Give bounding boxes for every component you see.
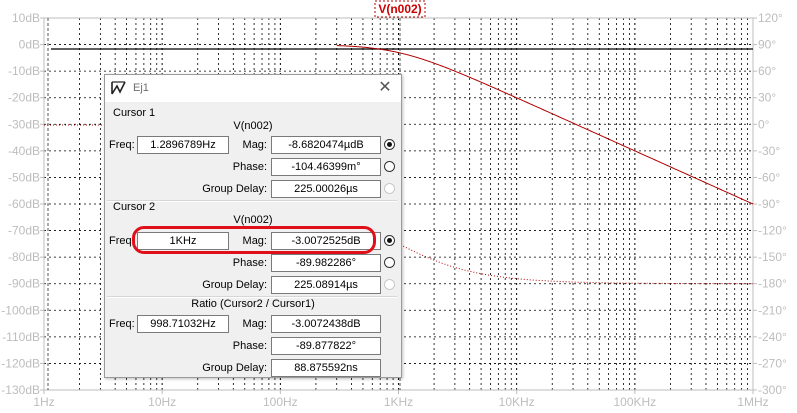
right-axis-label: -90° bbox=[758, 197, 780, 211]
ratio-heading: Ratio (Cursor2 / Cursor1) bbox=[191, 298, 315, 310]
ratio-freq-label: Freq: bbox=[109, 318, 135, 330]
cursor1-freq-field[interactable]: 1.2896789Hz bbox=[137, 136, 229, 154]
left-axis-label: 10dB bbox=[12, 11, 40, 25]
trace-title[interactable]: V(n002) bbox=[378, 2, 421, 16]
left-axis-label: -120dB bbox=[1, 356, 40, 370]
left-axis-label: -30dB bbox=[8, 117, 40, 131]
cursor1-mag-radio[interactable] bbox=[384, 139, 395, 150]
right-axis-label: 60° bbox=[758, 64, 776, 78]
left-axis-label: -100dB bbox=[1, 303, 40, 317]
cursor1-phase-radio[interactable] bbox=[384, 161, 395, 172]
cursor1-group-delay-field[interactable]: 225.00026µs bbox=[271, 180, 381, 198]
right-axis-label: 0° bbox=[758, 117, 770, 131]
x-axis-label: 1KHz bbox=[384, 395, 413, 409]
cursor2-group-delay-label: Group Delay: bbox=[202, 279, 267, 291]
dialog-titlebar[interactable]: Ej1 ✕ bbox=[105, 75, 401, 102]
left-axis-label: -80dB bbox=[8, 250, 40, 264]
x-axis-label: 10Hz bbox=[148, 395, 176, 409]
cursor2-group-delay-radio[interactable] bbox=[384, 279, 395, 290]
x-axis-label: 1MHz bbox=[737, 395, 768, 409]
left-axis-label: -70dB bbox=[8, 224, 40, 238]
right-axis-label: -30° bbox=[758, 144, 780, 158]
left-axis-label: -110dB bbox=[2, 330, 40, 344]
cursor2-phase-label: Phase: bbox=[232, 257, 267, 269]
right-axis-label: 90° bbox=[758, 38, 776, 52]
right-axis-label: -240° bbox=[758, 330, 787, 344]
cursor1-phase-label: Phase: bbox=[232, 161, 267, 173]
cursor1-group-delay-radio[interactable] bbox=[384, 183, 395, 194]
left-axis-label: -60dB bbox=[8, 197, 40, 211]
cursor2-phase-radio[interactable] bbox=[384, 257, 395, 268]
cursor1-heading: Cursor 1 bbox=[113, 107, 156, 119]
ratio-group-delay-label: Group Delay: bbox=[202, 362, 267, 374]
ratio-mag-label: Mag: bbox=[242, 318, 267, 330]
right-axis-label: -120° bbox=[758, 224, 787, 238]
cursor1-mag-label: Mag: bbox=[242, 139, 267, 151]
cursor1-freq-label: Freq: bbox=[109, 139, 135, 151]
cursor1-trace: V(n002) bbox=[233, 120, 273, 132]
right-axis-label: 30° bbox=[758, 91, 776, 105]
cursor2-freq-label: Freq: bbox=[109, 235, 135, 247]
cursor1-mag-field[interactable]: -8.6820474µdB bbox=[271, 136, 381, 154]
dialog-title: Ej1 bbox=[133, 82, 149, 94]
right-axis-label: -210° bbox=[758, 303, 787, 317]
right-axis-label: -60° bbox=[758, 170, 780, 184]
cursor2-phase-field[interactable]: -89.982286° bbox=[271, 254, 381, 272]
ratio-mag-field[interactable]: -3.0072438dB bbox=[271, 315, 381, 333]
left-axis-label: 0dB bbox=[19, 38, 40, 52]
close-icon[interactable]: ✕ bbox=[375, 78, 395, 98]
x-axis-label: 100Hz bbox=[263, 395, 298, 409]
right-axis-label: 120° bbox=[758, 11, 783, 25]
right-axis-label: -150° bbox=[758, 250, 787, 264]
x-axis-label: 100KHz bbox=[613, 395, 656, 409]
ratio-phase-label: Phase: bbox=[232, 340, 267, 352]
ratio-group-delay-field[interactable]: 88.875592ns bbox=[271, 359, 381, 377]
left-axis-label: -50dB bbox=[8, 170, 40, 184]
left-axis-label: -10dB bbox=[8, 64, 40, 78]
cursor1-phase-field[interactable]: -104.46399m° bbox=[271, 158, 381, 176]
ratio-phase-field[interactable]: -89.877822° bbox=[271, 337, 381, 355]
left-axis-label: -90dB bbox=[8, 277, 40, 291]
cursor1-group-delay-label: Group Delay: bbox=[202, 183, 267, 195]
cursor2-group-delay-field[interactable]: 225.08914µs bbox=[271, 276, 381, 294]
right-axis-label: -270° bbox=[758, 356, 787, 370]
ltspice-icon bbox=[111, 81, 126, 95]
left-axis-label: -40dB bbox=[8, 144, 40, 158]
cursor2-trace: V(n002) bbox=[233, 214, 273, 226]
ratio-freq-field[interactable]: 998.71032Hz bbox=[137, 315, 229, 333]
highlight-annotation bbox=[132, 226, 376, 254]
cursor2-mag-radio[interactable] bbox=[384, 235, 395, 246]
cursor2-heading: Cursor 2 bbox=[113, 201, 156, 213]
right-axis-label: -180° bbox=[758, 277, 787, 291]
x-axis-label: 1Hz bbox=[33, 395, 54, 409]
left-axis-label: -20dB bbox=[8, 91, 40, 105]
x-axis-label: 10KHz bbox=[499, 395, 535, 409]
